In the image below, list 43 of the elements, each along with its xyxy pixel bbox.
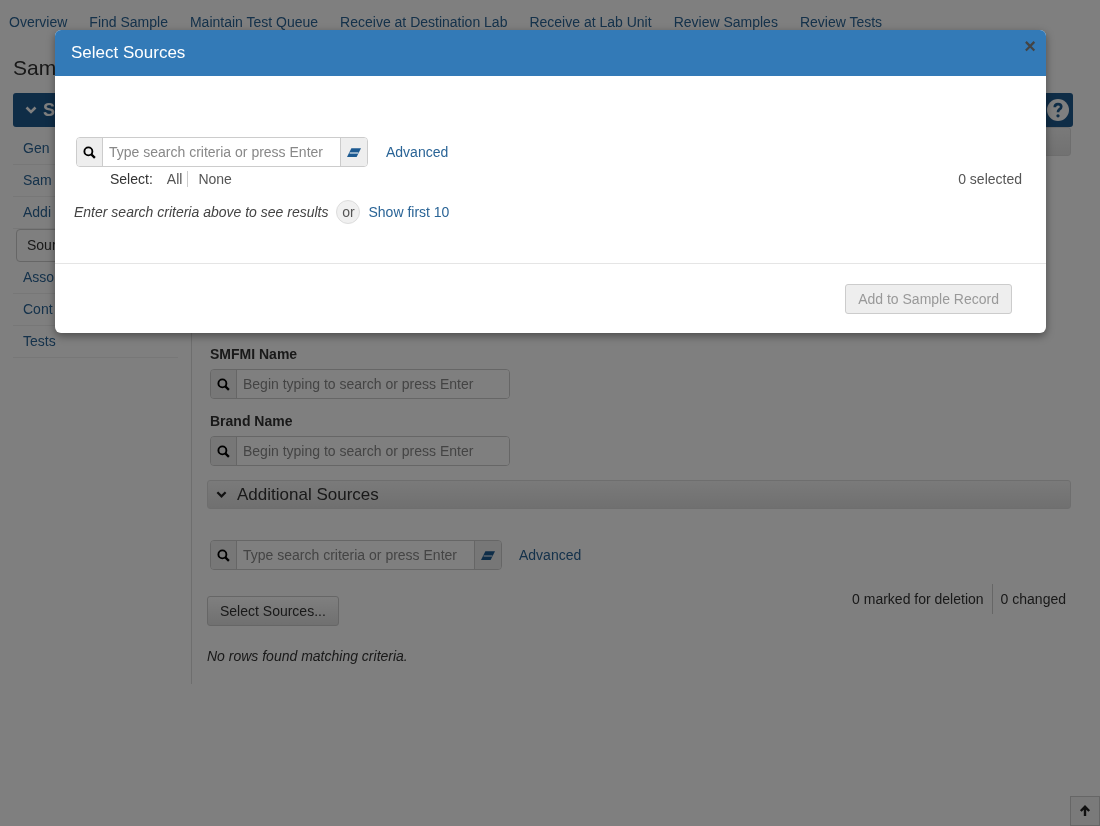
eraser-icon[interactable] [481, 550, 495, 560]
changed-count: 0 changed [1000, 591, 1066, 607]
selected-count: 0 selected [958, 171, 1022, 187]
select-label: Select: [110, 171, 153, 187]
chevron-icon [216, 489, 227, 500]
field-label: Brand Name [210, 413, 294, 429]
nav-link[interactable]: Review Tests [799, 14, 883, 34]
accordion-title: Additional Sources [237, 484, 379, 505]
nav-link[interactable]: Overview [9, 14, 68, 34]
nav-link[interactable]: Review Samples [673, 14, 778, 34]
scroll-top-button[interactable] [1070, 796, 1100, 826]
field-label: SMFMI Name [210, 346, 299, 362]
chevron-icon [25, 104, 37, 116]
search-field[interactable]: Begin typing to search or press Enter [210, 369, 510, 399]
arrow-up-icon [1079, 805, 1091, 817]
empty-message: No rows found matching criteria. [207, 648, 409, 664]
show-first-link[interactable]: Show first 10 [368, 204, 450, 220]
select-sources-button[interactable]: Select Sources... [207, 596, 339, 626]
eraser-icon[interactable] [347, 147, 361, 157]
nav-link[interactable]: Maintain Test Queue [189, 14, 319, 34]
help-icon[interactable] [1047, 99, 1069, 121]
or-badge: or [336, 200, 361, 224]
search-icon [217, 444, 230, 458]
advanced-link[interactable]: Advanced [386, 144, 449, 160]
search-field[interactable]: Begin typing to search or press Enter [210, 436, 510, 466]
section-title: S [43, 99, 55, 121]
nav-link[interactable]: Find Sample [89, 14, 168, 34]
search-field[interactable]: Type search criteria or press Enter [76, 137, 368, 167]
search-icon [217, 548, 230, 562]
hint-text: Enter search criteria above to see results [74, 204, 329, 220]
nav-link[interactable]: Receive at Lab Unit [529, 14, 652, 34]
search-icon [83, 145, 96, 159]
select-all-link[interactable]: All [166, 171, 189, 187]
select-none-link[interactable]: None [188, 171, 232, 187]
accordion-header[interactable]: Additional Sources [207, 480, 1071, 509]
modal-title: Select Sources [71, 43, 186, 63]
search-icon [217, 377, 230, 391]
search-field[interactable]: Type search criteria or press Enter [210, 540, 502, 570]
advanced-link[interactable]: Advanced [519, 547, 582, 563]
close-button[interactable]: × [1022, 35, 1038, 57]
page-title: Sam [13, 56, 57, 81]
nav-link[interactable]: Receive at Destination Lab [340, 14, 508, 34]
deletion-count: 0 marked for deletion [852, 591, 984, 607]
